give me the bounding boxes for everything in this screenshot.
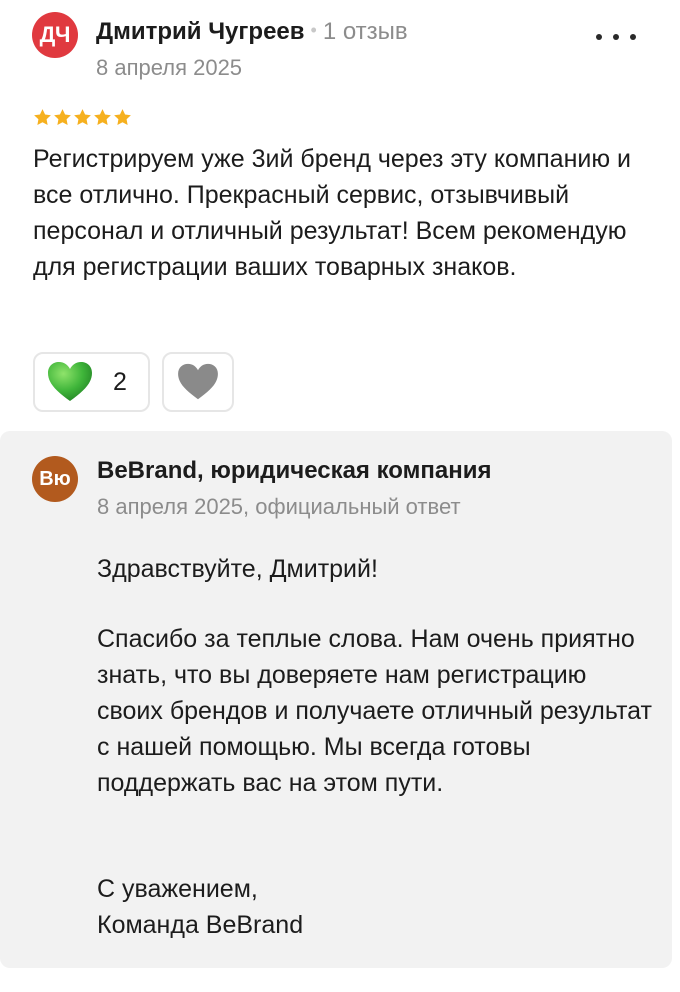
like-button[interactable]: 2 bbox=[33, 352, 150, 412]
answer-greeting: Здравствуйте, Дмитрий! bbox=[97, 555, 378, 583]
more-dots-icon bbox=[596, 34, 602, 40]
separator-dot: • bbox=[310, 20, 317, 40]
answer-closing: С уважением, Команда BeBrand bbox=[97, 871, 657, 943]
review-count: 1 отзыв bbox=[322, 18, 408, 45]
author-line: Дмитрий Чугреев • 1 отзыв bbox=[96, 18, 408, 46]
star-icon bbox=[114, 109, 131, 126]
green-heart-icon bbox=[48, 362, 92, 401]
rating-stars bbox=[33, 108, 132, 127]
grey-heart-icon bbox=[178, 363, 218, 400]
star-icon bbox=[54, 109, 71, 126]
company-avatar[interactable]: Вю bbox=[32, 456, 78, 502]
company-name[interactable]: BeBrand, юридическая компания bbox=[97, 457, 492, 485]
more-options-button[interactable] bbox=[596, 22, 636, 52]
answer-signature: Команда BeBrand bbox=[97, 911, 304, 939]
like-count: 2 bbox=[113, 367, 127, 396]
star-icon bbox=[34, 109, 51, 126]
answer-body: Спасибо за теплые слова. Нам очень прият… bbox=[97, 625, 652, 797]
answer-closing-line: С уважением, bbox=[97, 875, 258, 903]
review-date: 8 апреля 2025 bbox=[96, 55, 243, 80]
review-text: Регистрируем уже 3ий бренд через эту ком… bbox=[33, 145, 632, 281]
star-icon bbox=[94, 109, 111, 126]
star-icon bbox=[74, 109, 91, 126]
dislike-button[interactable] bbox=[162, 352, 234, 412]
more-dots-icon bbox=[613, 34, 619, 40]
answer-meta: 8 апреля 2025, официальный ответ bbox=[97, 494, 461, 519]
user-avatar[interactable]: ДЧ bbox=[32, 12, 78, 58]
more-dots-icon bbox=[630, 34, 636, 40]
company-answer: Вю BeBrand, юридическая компания 8 апрел… bbox=[0, 431, 672, 968]
author-name[interactable]: Дмитрий Чугреев bbox=[96, 18, 305, 45]
